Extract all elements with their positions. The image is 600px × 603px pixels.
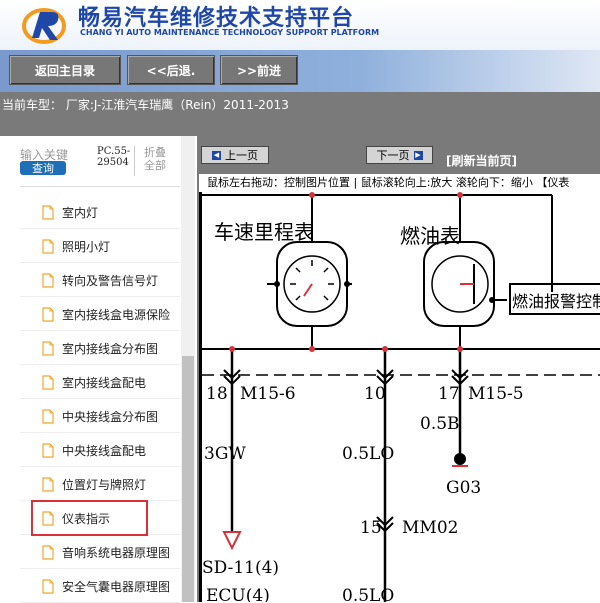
document-icon <box>42 272 54 288</box>
fuel-warning-label: 燃油报警控制 <box>512 292 600 311</box>
document-icon <box>42 408 54 424</box>
document-icon <box>42 476 54 492</box>
logo-icon <box>22 8 66 44</box>
sidebar-scroll-thumb[interactable] <box>182 356 194 602</box>
doc-code-line1: PC.55- <box>97 146 131 157</box>
forward-button[interactable]: >>前进 <box>220 55 298 85</box>
tree-item-label: 位置灯与牌照灯 <box>62 477 147 492</box>
doc-code: PC.55- 29504 <box>97 146 136 176</box>
back-button[interactable]: <<后退. <box>127 55 215 85</box>
connector-m15-5-label: M15-5 <box>468 384 524 404</box>
tree-item[interactable]: 位置灯与牌照灯 <box>20 468 180 501</box>
wire-3gw-label: 3GW <box>204 444 246 464</box>
wire-05b-label: 0.5B <box>420 414 460 434</box>
tree-item[interactable]: 中央接线盒配电 <box>20 434 180 467</box>
tree-item[interactable]: 室内灯 <box>20 196 180 229</box>
connector-m15-6-label: M15-6 <box>240 384 296 404</box>
tree-item-label: 安全气囊电器原理图 <box>62 579 171 594</box>
tree-item-label: 室内接线盒配电 <box>62 375 147 390</box>
speedometer-label: 车速里程表 <box>214 220 314 244</box>
viewer-hint: 鼠标左右拖动：控制图片位置 | 鼠标滚轮向上:放大 滚轮向下：缩小 【仪表 <box>199 174 600 192</box>
connector-ecu-label: ECU(4) <box>206 586 270 602</box>
collapse-all-button[interactable]: 折叠 全部 <box>144 146 166 172</box>
collapse-line1: 折叠 <box>144 146 166 159</box>
tree-item[interactable]: 照明小灯 <box>20 230 180 263</box>
tree-item[interactable]: 音响系统电器原理图 <box>20 536 180 569</box>
tree-item-label: 中央接线盒分布图 <box>62 409 159 424</box>
document-icon <box>42 374 54 390</box>
document-icon <box>42 442 54 458</box>
tree-item[interactable]: 室内接线盒电源保险 <box>20 298 180 331</box>
document-icon <box>42 306 54 322</box>
doc-code-line2: 29504 <box>97 157 129 168</box>
pin-10-label: 10 <box>364 384 386 404</box>
sidebar-divider <box>20 186 180 187</box>
tree-item-label: 室内接线盒电源保险 <box>62 307 171 322</box>
splice-mm02-label: MM02 <box>402 518 459 538</box>
wiring-diagram[interactable]: 车速里程表 燃油表 燃油报警控制 18 M15-6 10 17 M15-5 0.… <box>199 192 600 602</box>
search-button[interactable]: 查询 <box>20 161 66 175</box>
tree-item[interactable]: 室内接线盒分布图 <box>20 332 180 365</box>
document-icon <box>42 544 54 560</box>
wire-05lo-label: 0.5LO <box>342 444 395 464</box>
current-model-bar: 当前车型： 厂家:J-江淮汽车瑞鹰（Rein）2011-2013 <box>0 92 600 136</box>
tree-item-label: 室内灯 <box>62 205 99 220</box>
tree-item-label: 转向及警告信号灯 <box>62 273 159 288</box>
document-icon <box>42 340 54 356</box>
prev-page-label: 上一页 <box>225 149 258 162</box>
collapse-line2: 全部 <box>144 159 166 172</box>
app-header: 畅易汽车维修技术支持平台 CHANG YI AUTO MAINTENANCE T… <box>0 0 600 50</box>
tree-item[interactable]: 中央接线盒分布图 <box>20 400 180 433</box>
fuel-gauge-label: 燃油表 <box>400 224 460 248</box>
next-page-label: 下一页 <box>376 149 410 162</box>
tree-item[interactable]: 室内接线盒配电 <box>20 366 180 399</box>
ground-g03-label: G03 <box>446 478 482 498</box>
pin-18-label: 18 <box>206 384 228 404</box>
selected-item-highlight <box>31 500 148 536</box>
wire-05lo-bottom-label: 0.5LO <box>342 586 395 602</box>
current-model-text: 当前车型： 厂家:J-江淮汽车瑞鹰（Rein）2011-2013 <box>2 98 289 112</box>
home-button[interactable]: 返回主目录 <box>9 55 121 85</box>
prev-page-button[interactable]: ◀ 上一页 <box>201 146 269 164</box>
arrow-right-icon: ▶ <box>413 150 423 160</box>
app-subtitle: CHANG YI AUTO MAINTENANCE TECHNOLOGY SUP… <box>80 28 380 37</box>
tree-item[interactable]: 转向及警告信号灯 <box>20 264 180 297</box>
document-icon <box>42 578 54 594</box>
tree-item-label: 音响系统电器原理图 <box>62 545 171 560</box>
toolbar: 返回主目录 <<后退. >>前进 <box>0 50 600 92</box>
connector-sd11-label: SD-11(4) <box>202 558 280 578</box>
pin-17-label: 17 <box>438 384 460 404</box>
refresh-page-link[interactable]: [刷新当前页] <box>446 152 517 169</box>
document-icon <box>42 238 54 254</box>
splice-15-label: 15 <box>360 518 382 538</box>
document-icon <box>42 204 54 220</box>
tree-item-label: 室内接线盒分布图 <box>62 341 159 356</box>
next-page-button[interactable]: 下一页 ▶ <box>366 146 433 164</box>
arrow-left-icon: ◀ <box>212 150 221 160</box>
tree-item-label: 照明小灯 <box>62 239 111 254</box>
tree-item-label: 中央接线盒配电 <box>62 443 147 458</box>
tree-item[interactable]: 安全气囊电器原理图 <box>20 570 180 603</box>
